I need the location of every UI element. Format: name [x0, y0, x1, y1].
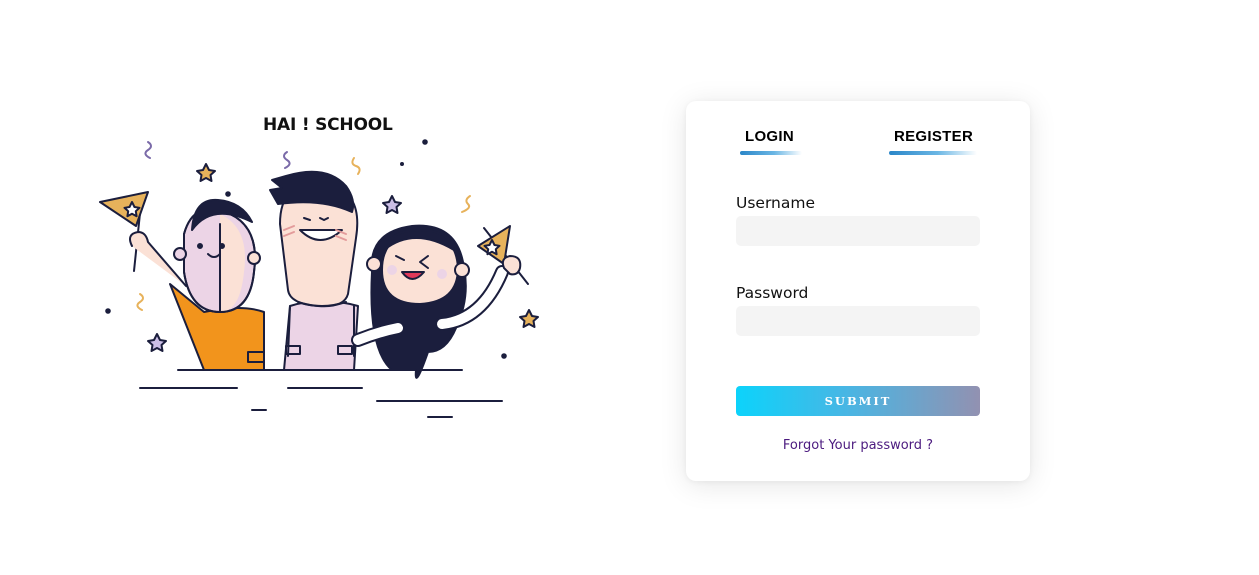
tab-register-underline [889, 151, 977, 155]
confetti-icon [351, 157, 361, 175]
tab-register[interactable]: REGISTER [894, 128, 973, 145]
star-icon [196, 163, 216, 182]
star-icon [382, 195, 402, 214]
forgot-password-link[interactable]: Forgot Your password ? [686, 438, 1030, 453]
confetti-icon [461, 195, 471, 213]
password-label: Password [736, 284, 809, 302]
password-input[interactable] [736, 306, 980, 336]
confetti-icon [136, 293, 144, 311]
submit-button[interactable]: SUBMIT [736, 386, 980, 416]
confetti-icon [283, 151, 291, 169]
tab-login-underline [740, 151, 802, 155]
tab-login[interactable]: LOGIN [745, 128, 794, 145]
star-icon [147, 333, 167, 352]
username-input[interactable] [736, 216, 980, 246]
brand-title: HAI ! SCHOOL [263, 115, 393, 135]
celebrating-kids-illustration [99, 139, 539, 418]
login-page: HAI ! SCHOOL LOGIN REGISTER Username Pas… [0, 0, 1259, 575]
star-icon [519, 309, 539, 328]
auth-card: LOGIN REGISTER Username Password SUBMIT … [686, 101, 1030, 481]
confetti-icon [144, 141, 152, 159]
username-label: Username [736, 194, 816, 212]
